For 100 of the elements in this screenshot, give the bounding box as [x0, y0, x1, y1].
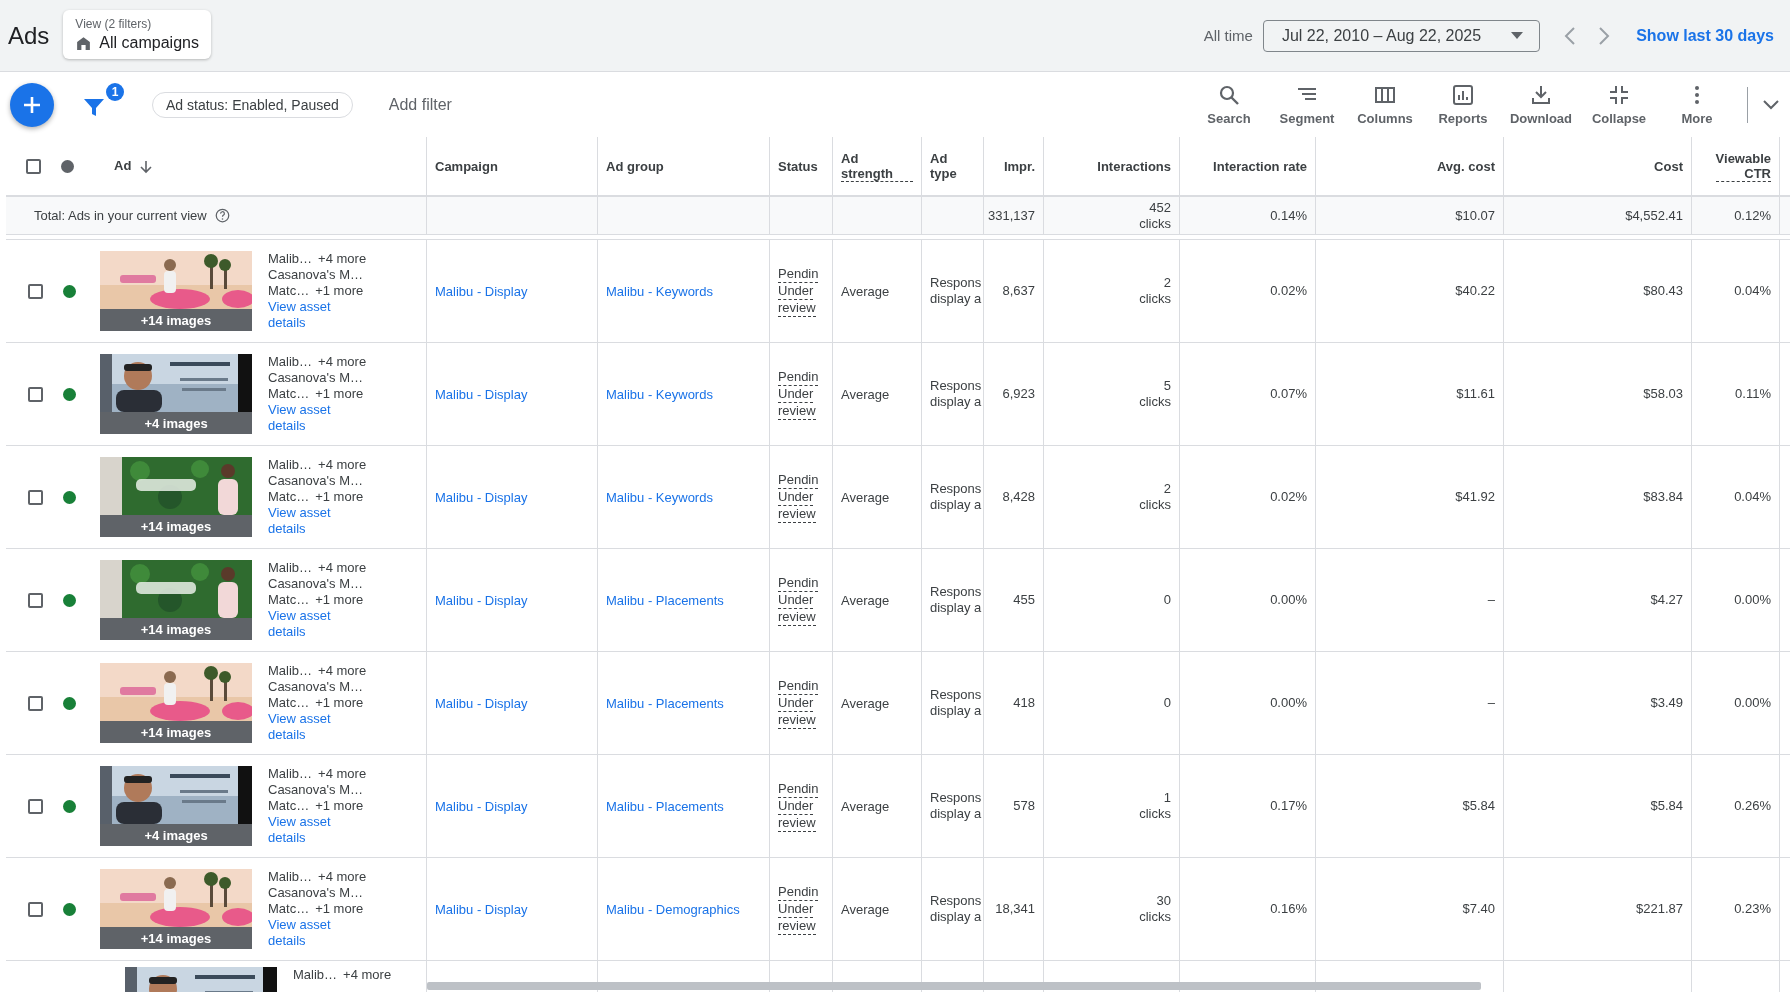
- ad-thumbnail[interactable]: +14 images: [100, 663, 252, 743]
- status-text[interactable]: Pendin: [778, 368, 819, 386]
- table-cell: 0.26%: [1734, 798, 1771, 814]
- table-cell: 0.00%: [1734, 592, 1771, 608]
- status-text[interactable]: review: [778, 402, 816, 420]
- status-text[interactable]: review: [778, 608, 816, 626]
- view-asset-details-link[interactable]: View asset details: [268, 814, 334, 846]
- campaign-link[interactable]: Malibu - Display: [435, 901, 528, 917]
- status-text[interactable]: Pendin: [778, 883, 819, 901]
- help-icon[interactable]: [214, 208, 230, 223]
- view-asset-details-link[interactable]: View asset details: [268, 711, 334, 743]
- column-header[interactable]: Ad group: [606, 158, 664, 174]
- row-checkbox[interactable]: [28, 592, 43, 608]
- column-header[interactable]: Avg. cost: [1436, 158, 1495, 174]
- ad-group-link[interactable]: Malibu - Keywords: [606, 489, 713, 505]
- view-asset-details-link[interactable]: View asset details: [268, 917, 334, 949]
- status-text[interactable]: Pendin: [778, 471, 819, 489]
- column-header[interactable]: Cost: [1654, 158, 1683, 174]
- ad-group-link[interactable]: Malibu - Placements: [606, 592, 724, 608]
- column-header[interactable]: Ad type: [930, 151, 957, 181]
- ad-group-link[interactable]: Malibu - Placements: [606, 798, 724, 814]
- status-text[interactable]: review: [778, 299, 816, 317]
- ad-group-link[interactable]: Malibu - Keywords: [606, 283, 713, 299]
- asset-text: +1 more: [315, 283, 364, 299]
- ad-group-link[interactable]: Malibu - Placements: [606, 695, 724, 711]
- column-header[interactable]: Viewable CTR: [1715, 150, 1771, 182]
- status-text[interactable]: Under: [778, 591, 814, 609]
- ad-group-link[interactable]: Malibu - Keywords: [606, 386, 713, 402]
- show-last-30-days-link[interactable]: Show last 30 days: [1636, 26, 1774, 45]
- table-cell: –: [1487, 695, 1495, 711]
- campaign-link[interactable]: Malibu - Display: [435, 386, 528, 402]
- select-all-checkbox[interactable]: [26, 158, 41, 174]
- more-tool-button[interactable]: More: [1661, 81, 1733, 128]
- table-cell: 0.04%: [1734, 283, 1771, 299]
- ad-thumbnail[interactable]: +4 images: [100, 766, 252, 846]
- view-asset-details-link[interactable]: View asset details: [268, 505, 334, 537]
- status-text[interactable]: Under: [778, 797, 814, 815]
- campaign-link[interactable]: Malibu - Display: [435, 798, 528, 814]
- table-cell: Respons: [930, 687, 982, 703]
- status-text[interactable]: review: [778, 917, 816, 935]
- view-asset-details-link[interactable]: View asset details: [268, 402, 334, 434]
- search-tool-button[interactable]: Search: [1193, 81, 1265, 128]
- view-asset-details-link[interactable]: View asset details: [268, 299, 334, 331]
- row-checkbox[interactable]: [28, 798, 43, 814]
- row-checkbox[interactable]: [28, 386, 43, 402]
- add-filter-button[interactable]: Add filter: [382, 94, 458, 115]
- column-header[interactable]: Interactions: [1097, 158, 1171, 174]
- status-text[interactable]: Pendin: [778, 265, 819, 283]
- horizontal-scrollbar[interactable]: [427, 982, 1481, 990]
- campaign-link[interactable]: Malibu - Display: [435, 592, 528, 608]
- expand-chevron-icon[interactable]: [1762, 98, 1780, 111]
- table-cell: $83.84: [1643, 489, 1683, 505]
- campaign-link[interactable]: Malibu - Display: [435, 489, 528, 505]
- status-text[interactable]: Under: [778, 282, 814, 300]
- columns-tool-button[interactable]: Columns: [1349, 81, 1421, 128]
- row-checkbox[interactable]: [28, 695, 43, 711]
- column-header[interactable]: Interaction rate: [1213, 158, 1307, 174]
- status-text[interactable]: Under: [778, 694, 814, 712]
- status-text[interactable]: Under: [778, 488, 814, 506]
- column-header[interactable]: Ad: [114, 158, 154, 174]
- ad-thumbnail[interactable]: +14 images: [100, 251, 252, 331]
- column-header[interactable]: Impr.: [1003, 158, 1035, 174]
- status-text[interactable]: Pendin: [778, 574, 819, 592]
- collapse-tool-button[interactable]: Collapse: [1583, 81, 1655, 128]
- asset-text: Malib…: [268, 869, 313, 885]
- status-text[interactable]: Pendin: [778, 677, 819, 695]
- view-selector[interactable]: View (2 filters) All campaigns: [63, 10, 211, 59]
- column-header[interactable]: Status: [778, 158, 818, 174]
- ad-thumbnail[interactable]: +4 images: [100, 354, 252, 434]
- status-text[interactable]: Pendin: [778, 780, 819, 798]
- segment-tool-button[interactable]: Segment: [1271, 81, 1343, 128]
- status-text[interactable]: Under: [778, 900, 814, 918]
- column-header[interactable]: Ad strength: [841, 150, 913, 182]
- status-text[interactable]: review: [778, 505, 816, 523]
- ad-thumbnail[interactable]: +14 images: [100, 869, 252, 949]
- status-text[interactable]: Under: [778, 385, 814, 403]
- row-checkbox[interactable]: [28, 283, 43, 299]
- asset-text: Malib…: [268, 457, 313, 473]
- add-button[interactable]: [10, 82, 54, 127]
- date-range-dropdown[interactable]: Jul 22, 2010 – Aug 22, 2025: [1262, 19, 1541, 52]
- campaign-link[interactable]: Malibu - Display: [435, 283, 528, 299]
- total-cell: 331,137: [988, 207, 1035, 224]
- campaign-link[interactable]: Malibu - Display: [435, 695, 528, 711]
- table-cell: $41.92: [1455, 489, 1495, 505]
- asset-text: +1 more: [315, 386, 364, 402]
- status-text[interactable]: review: [778, 814, 816, 832]
- ad-thumbnail[interactable]: +14 images: [100, 457, 252, 537]
- row-checkbox[interactable]: [28, 489, 43, 505]
- column-header[interactable]: Campaign: [435, 158, 498, 174]
- view-asset-details-link[interactable]: View asset details: [268, 608, 334, 640]
- asset-text: Casanova's M…: [268, 679, 363, 695]
- download-tool-button[interactable]: Download: [1505, 81, 1577, 128]
- table-cell: 0.07%: [1270, 386, 1307, 402]
- filter-chip[interactable]: Ad status: Enabled, Paused: [152, 91, 353, 118]
- table-cell: $5.84: [1462, 798, 1495, 814]
- status-text[interactable]: review: [778, 711, 816, 729]
- row-checkbox[interactable]: [28, 901, 43, 917]
- ad-thumbnail[interactable]: +14 images: [100, 560, 252, 640]
- reports-tool-button[interactable]: Reports: [1427, 81, 1499, 128]
- ad-group-link[interactable]: Malibu - Demographics: [606, 901, 740, 917]
